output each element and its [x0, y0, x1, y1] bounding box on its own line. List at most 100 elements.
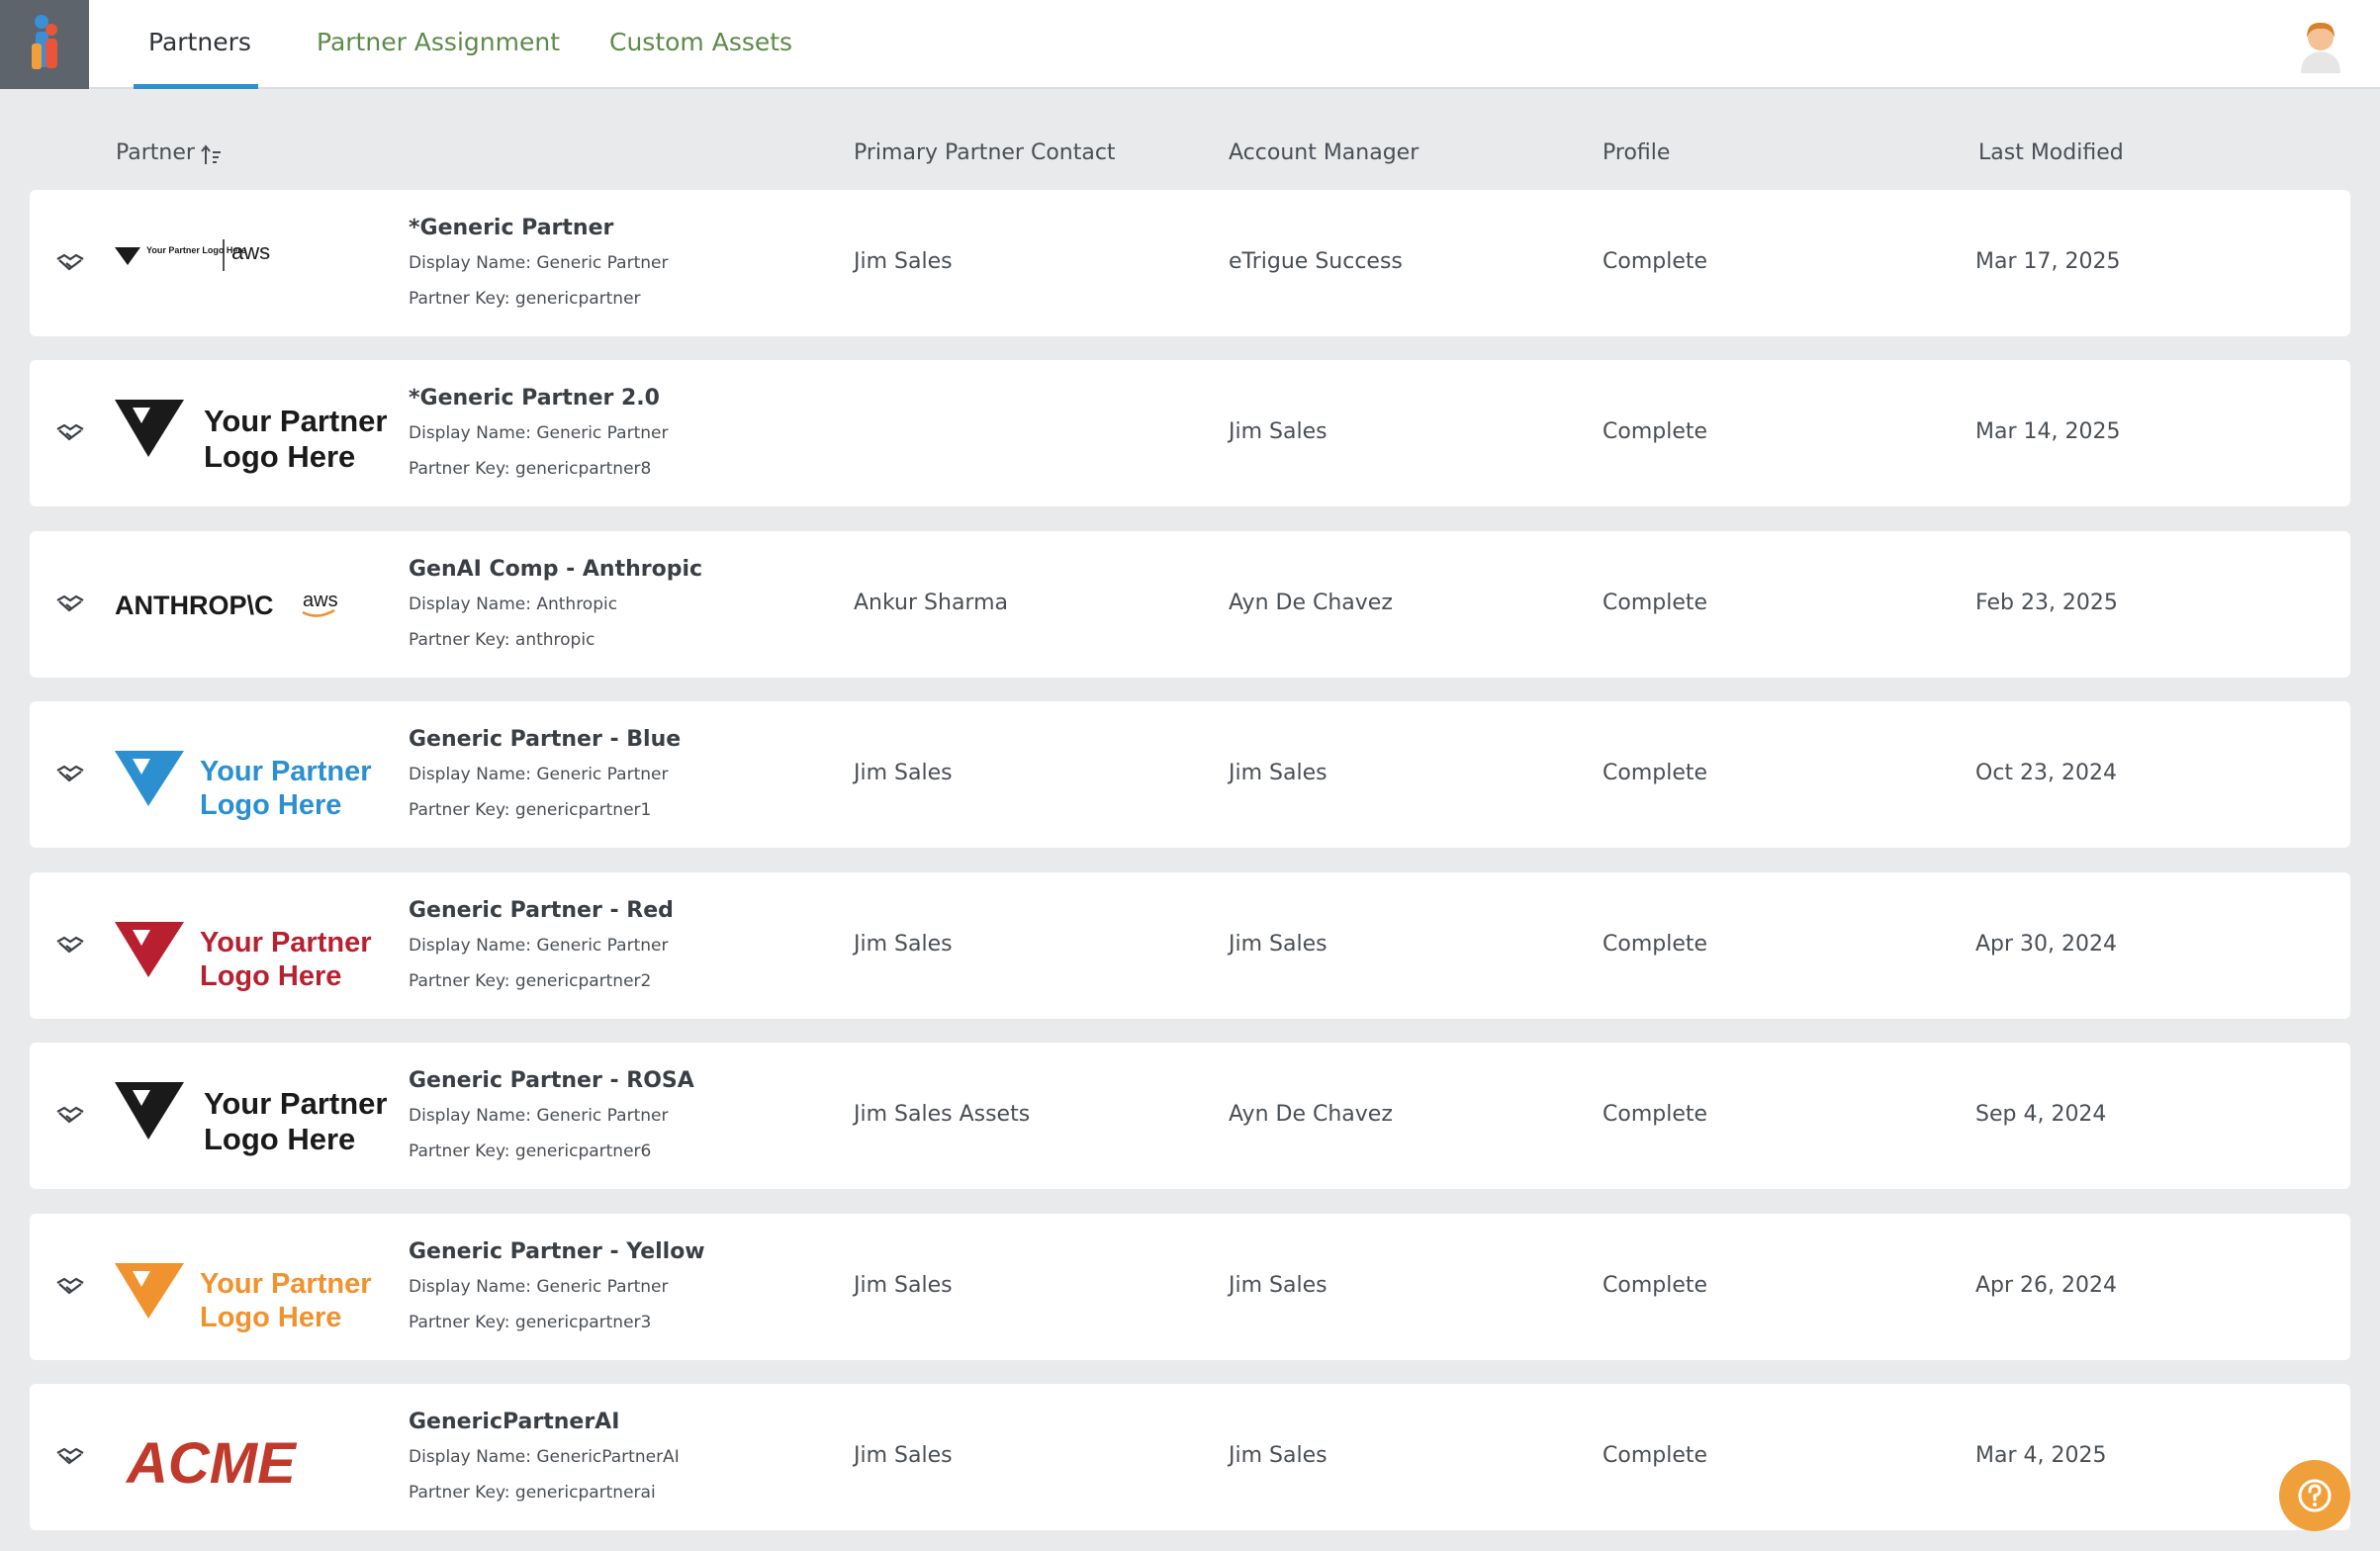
partner-name[interactable]: *Generic Partner 2.0 — [409, 386, 660, 411]
handshake-icon[interactable] — [55, 763, 85, 786]
table-row[interactable]: Your Partner Logo Here Generic Partner -… — [30, 1214, 2350, 1360]
partner-name[interactable]: Generic Partner - ROSA — [409, 1068, 694, 1093]
primary-contact: Jim Sales — [854, 1273, 953, 1298]
partner-key: Partner Key: genericpartnerai — [409, 1483, 656, 1503]
svg-text:ANTHROP\C: ANTHROP\C — [115, 591, 274, 620]
header-account-manager[interactable]: Account Manager — [1229, 140, 1419, 165]
help-icon — [2298, 1479, 2332, 1512]
account-manager: eTrigue Success — [1229, 249, 1403, 274]
active-tab-indicator — [134, 84, 258, 89]
table-row[interactable]: Your Partner Logo Here Generic Partner -… — [30, 701, 2350, 848]
partner-logo: Your Partner Logo Here aws — [115, 210, 402, 317]
partner-logo: Your Partner Logo Here — [115, 892, 402, 999]
partner-key: Partner Key: genericpartner8 — [409, 459, 652, 479]
svg-text:aws: aws — [231, 239, 270, 264]
profile-status: Complete — [1602, 249, 1708, 274]
handshake-icon[interactable] — [55, 1445, 85, 1469]
last-modified: Sep 4, 2024 — [1975, 1102, 2107, 1127]
header-primary-partner-contact[interactable]: Primary Partner Contact — [854, 140, 1116, 165]
partner-display-name: Display Name: Generic Partner — [409, 423, 669, 443]
tab-partners[interactable]: Partners — [148, 0, 251, 89]
account-manager: Ayn De Chavez — [1229, 591, 1393, 615]
header-partner[interactable]: Partner — [116, 140, 195, 165]
last-modified: Apr 30, 2024 — [1975, 932, 2118, 957]
account-manager: Jim Sales — [1229, 1273, 1327, 1298]
partner-name[interactable]: *Generic Partner — [409, 216, 613, 240]
handshake-icon[interactable] — [55, 593, 85, 616]
partner-logo: Your Partner Logo Here — [115, 380, 402, 487]
account-manager: Jim Sales — [1229, 1443, 1327, 1468]
partner-name[interactable]: Generic Partner - Blue — [409, 727, 681, 752]
partner-display-name: Display Name: Generic Partner — [409, 765, 669, 784]
partner-logo: Your Partner Logo Here — [115, 721, 402, 828]
last-modified: Mar 14, 2025 — [1975, 419, 2121, 444]
profile-status: Complete — [1602, 1443, 1708, 1468]
sort-ascending-icon[interactable] — [201, 144, 225, 166]
user-avatar-icon[interactable] — [2295, 18, 2346, 73]
partner-display-name: Display Name: Generic Partner — [409, 253, 669, 273]
top-navigation-bar: Partners Partner Assignment Custom Asset… — [0, 0, 2380, 89]
primary-contact: Jim Sales — [854, 1443, 953, 1468]
help-button[interactable] — [2279, 1460, 2350, 1531]
partner-display-name: Display Name: Generic Partner — [409, 1106, 669, 1126]
partner-display-name: Display Name: Generic Partner — [409, 1277, 669, 1297]
handshake-icon[interactable] — [55, 421, 85, 445]
table-row[interactable]: ACME GenericPartnerAI Display Name: Gene… — [30, 1384, 2350, 1530]
last-modified: Feb 23, 2025 — [1975, 591, 2118, 615]
tab-custom-assets[interactable]: Custom Assets — [609, 0, 792, 89]
svg-text:Logo Here: Logo Here — [204, 439, 355, 474]
partner-display-name: Display Name: GenericPartnerAI — [409, 1447, 680, 1467]
svg-text:Logo Here: Logo Here — [204, 1122, 355, 1156]
handshake-icon[interactable] — [55, 251, 85, 275]
partner-name[interactable]: GenAI Comp - Anthropic — [409, 557, 702, 582]
partner-key: Partner Key: genericpartner1 — [409, 800, 652, 820]
partner-logo: ANTHROP\C aws — [115, 551, 402, 658]
app-logo-icon[interactable] — [0, 0, 89, 89]
tab-partner-assignment[interactable]: Partner Assignment — [317, 0, 560, 89]
profile-status: Complete — [1602, 761, 1708, 785]
table-row[interactable]: Your Partner Logo Here *Generic Partner … — [30, 360, 2350, 506]
svg-text:aws: aws — [303, 590, 338, 611]
table-row[interactable]: Your Partner Logo Here Generic Partner -… — [30, 872, 2350, 1019]
svg-text:Your Partner: Your Partner — [204, 404, 387, 438]
profile-status: Complete — [1602, 1273, 1708, 1298]
partner-name[interactable]: Generic Partner - Red — [409, 898, 674, 923]
svg-text:Logo Here: Logo Here — [200, 1302, 341, 1333]
partner-name[interactable]: Generic Partner - Yellow — [409, 1239, 705, 1264]
header-profile[interactable]: Profile — [1602, 140, 1670, 165]
account-manager: Jim Sales — [1229, 932, 1327, 957]
handshake-icon[interactable] — [55, 934, 85, 958]
profile-status: Complete — [1602, 591, 1708, 615]
primary-contact: Jim Sales — [854, 249, 953, 274]
partner-key: Partner Key: genericpartner3 — [409, 1313, 652, 1332]
profile-status: Complete — [1602, 1102, 1708, 1127]
header-last-modified[interactable]: Last Modified — [1978, 140, 2124, 165]
last-modified: Mar 17, 2025 — [1975, 249, 2121, 274]
svg-text:Your Partner: Your Partner — [200, 927, 372, 958]
partner-key: Partner Key: genericpartner2 — [409, 971, 652, 991]
profile-status: Complete — [1602, 932, 1708, 957]
partner-key: Partner Key: genericpartner6 — [409, 1141, 652, 1161]
table-row[interactable]: Your Partner Logo Here aws *Generic Part… — [30, 190, 2350, 336]
table-row[interactable]: ANTHROP\C aws GenAI Comp - Anthropic Dis… — [30, 531, 2350, 678]
handshake-icon[interactable] — [55, 1275, 85, 1299]
profile-status: Complete — [1602, 419, 1708, 444]
primary-contact: Ankur Sharma — [854, 591, 1008, 615]
partner-name[interactable]: GenericPartnerAI — [409, 1410, 619, 1434]
svg-text:Your Partner: Your Partner — [204, 1086, 387, 1121]
primary-contact: Jim Sales — [854, 761, 953, 785]
partner-key: Partner Key: anthropic — [409, 630, 595, 650]
primary-contact: Jim Sales Assets — [854, 1102, 1031, 1127]
partner-logo: Your Partner Logo Here — [115, 1233, 402, 1340]
partner-logo: ACME — [115, 1404, 402, 1510]
partner-logo: Your Partner Logo Here — [115, 1062, 402, 1169]
last-modified: Oct 23, 2024 — [1975, 761, 2117, 785]
svg-text:Logo Here: Logo Here — [200, 789, 341, 821]
last-modified: Apr 26, 2024 — [1975, 1273, 2118, 1298]
account-manager: Ayn De Chavez — [1229, 1102, 1393, 1127]
account-manager: Jim Sales — [1229, 419, 1327, 444]
account-manager: Jim Sales — [1229, 761, 1327, 785]
table-row[interactable]: Your Partner Logo Here Generic Partner -… — [30, 1043, 2350, 1189]
handshake-icon[interactable] — [55, 1104, 85, 1128]
svg-text:Your Partner: Your Partner — [200, 756, 372, 787]
